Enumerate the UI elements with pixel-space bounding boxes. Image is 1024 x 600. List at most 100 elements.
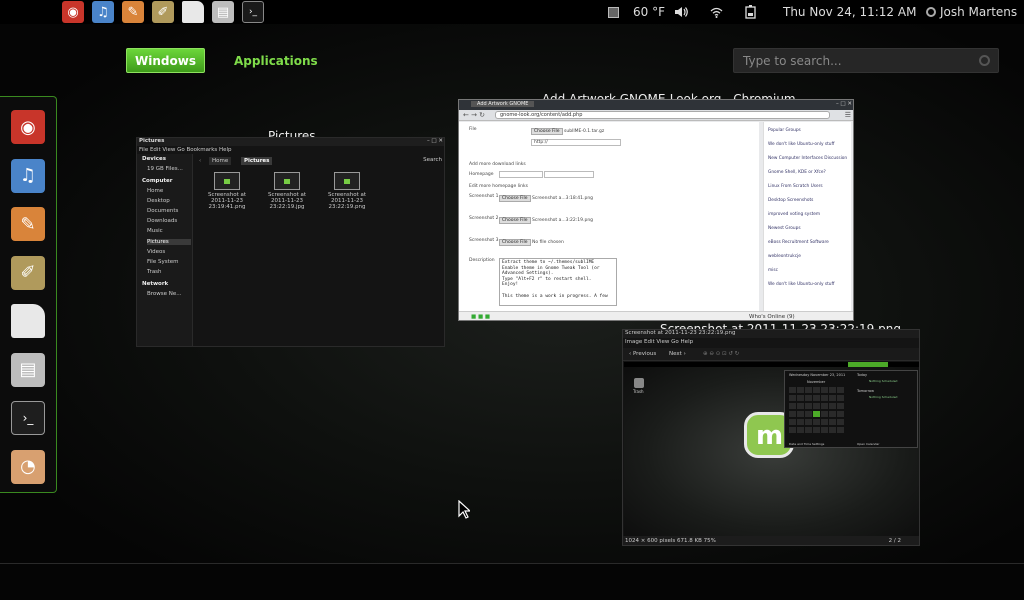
description-textarea[interactable]: Extract theme to ~/.themes/sublIME Enable… bbox=[499, 258, 617, 306]
sidebar-item-music[interactable]: Music bbox=[147, 228, 163, 234]
previous-button[interactable]: ‹ Previous bbox=[629, 351, 656, 357]
sidebar-link[interactable]: Gnome Shell, KDE or Xfce? bbox=[768, 170, 848, 175]
nav-arrows-icon[interactable]: ← → ↻ bbox=[463, 111, 485, 119]
terminal-icon[interactable]: ›_ bbox=[242, 1, 264, 23]
dash-terminal-icon[interactable]: ›_ bbox=[11, 401, 45, 435]
whos-online[interactable]: Who's Online (9) bbox=[749, 314, 795, 320]
cal-day-cell bbox=[797, 395, 804, 401]
zoom-icons[interactable]: ⊕ ⊖ ⊙ ⊡ ↺ ↻ bbox=[703, 351, 739, 357]
user-name: Josh Martens bbox=[940, 5, 1018, 19]
weather-text: 60 °F bbox=[633, 5, 665, 19]
clock[interactable]: Thu Nov 24, 11:12 AM bbox=[783, 0, 916, 24]
sidebar-item-device[interactable]: 19 GB Files... bbox=[147, 166, 183, 172]
cal-tomorrow: Tomorrow bbox=[857, 389, 874, 393]
screenshot-upload-row[interactable]: Choose File Screenshot a...3:22:19.png bbox=[499, 217, 593, 224]
tab-windows[interactable]: Windows bbox=[126, 48, 205, 73]
sidebar-link[interactable]: Newest Groups bbox=[768, 226, 848, 231]
image-file-icon bbox=[274, 172, 300, 190]
tab-applications[interactable]: Applications bbox=[234, 48, 318, 73]
window-thumbnail-chromium[interactable]: Add Artwork GNOME – □ ✕ ← → ↻ gnome-look… bbox=[458, 99, 854, 321]
footer-icons: ■ ■ ■ bbox=[471, 314, 491, 320]
sidebar-link[interactable]: webleontrukcje bbox=[768, 254, 848, 259]
battery-icon[interactable] bbox=[745, 0, 757, 24]
files-window-controls[interactable]: – □ ✕ bbox=[427, 138, 443, 144]
next-button[interactable]: Next › bbox=[669, 351, 686, 357]
sidebar-link[interactable]: We don't like Ubuntu-only stuff bbox=[768, 282, 848, 287]
url-bar[interactable]: gnome-look.org/content/add.php bbox=[495, 111, 830, 119]
back-icon[interactable]: ‹ bbox=[199, 158, 201, 164]
homepage-select[interactable] bbox=[499, 171, 543, 178]
link-input[interactable]: http:// bbox=[531, 139, 621, 146]
dash-document-icon[interactable] bbox=[11, 304, 45, 338]
dash-text-editor-icon[interactable]: ✐ bbox=[11, 255, 45, 290]
cal-day-cell bbox=[797, 403, 804, 409]
window-thumbnail-files[interactable]: Pictures – □ ✕ File Edit View Go Bookmar… bbox=[136, 137, 445, 347]
chrome-window-controls[interactable]: – □ ✕ bbox=[836, 101, 852, 107]
sidebar-link[interactable]: Popular Groups bbox=[768, 128, 848, 133]
sidebar-item-trash[interactable]: Trash bbox=[147, 269, 162, 275]
sidebar-link[interactable]: New Computer Interfaces Discussion bbox=[768, 156, 848, 161]
files-menubar[interactable]: File Edit View Go Bookmarks Help bbox=[139, 147, 232, 153]
dash-file-cabinet-icon[interactable]: ▤ bbox=[11, 352, 45, 387]
path-home[interactable]: Home bbox=[209, 157, 232, 165]
cal-day-cell bbox=[829, 395, 836, 401]
file-upload-row[interactable]: Choose File sublIME-0.1.tar.gz bbox=[531, 128, 604, 135]
files-search-button[interactable]: Search bbox=[423, 157, 442, 163]
cal-title: Wednesday November 23, 2011 bbox=[789, 373, 846, 377]
choose-file-button[interactable]: Choose File bbox=[499, 195, 531, 202]
sidebar-item-file-system[interactable]: File System bbox=[147, 259, 178, 265]
volume-icon[interactable] bbox=[674, 0, 688, 24]
cal-day-cell bbox=[797, 411, 804, 417]
dash-chromium-icon[interactable]: ◉ bbox=[11, 110, 45, 144]
homepage-inputs[interactable] bbox=[499, 171, 595, 178]
sidebar-link[interactable]: We don't like Ubuntu-only stuff bbox=[768, 142, 848, 147]
wrench-icon[interactable]: ☰ bbox=[845, 111, 851, 119]
sidebar-item-downloads[interactable]: Downloads bbox=[147, 218, 177, 224]
sidebar-link[interactable]: misc bbox=[768, 268, 848, 273]
sidebar-link[interactable]: Desktop Screenshots bbox=[768, 198, 848, 203]
choose-file-button[interactable]: Choose File bbox=[499, 239, 531, 246]
text-editor-icon[interactable]: ✐ bbox=[152, 1, 174, 23]
link-row[interactable]: http:// bbox=[531, 139, 621, 146]
window-thumbnail-image-viewer[interactable]: Screenshot at 2011-11-23 23:22:19.png Im… bbox=[622, 329, 920, 546]
dash-eye-app-icon[interactable]: ◔ bbox=[11, 449, 45, 484]
chromium-icon[interactable]: ◉ bbox=[62, 1, 84, 23]
sidebar-item-home[interactable]: Home bbox=[147, 188, 163, 194]
cal-day-cell bbox=[821, 395, 828, 401]
sidebar-link[interactable]: improved voting system bbox=[768, 212, 848, 217]
files-titlebar: Pictures – □ ✕ bbox=[137, 138, 444, 146]
weather-indicator[interactable]: 60 °F bbox=[608, 0, 665, 24]
choose-file-button[interactable]: Choose File bbox=[499, 217, 531, 224]
sidebar-item-desktop[interactable]: Desktop bbox=[147, 198, 170, 204]
sidebar-item-videos[interactable]: Videos bbox=[147, 249, 165, 255]
user-menu[interactable]: Josh Martens bbox=[926, 0, 1017, 24]
form-label[interactable]: Edit more homepage links bbox=[469, 184, 528, 189]
dash-paint-icon[interactable]: ✎ bbox=[11, 207, 45, 241]
sidebar-item-pictures[interactable]: Pictures bbox=[147, 238, 191, 245]
screenshot-upload-row[interactable]: Choose File No file chosen bbox=[499, 239, 564, 246]
sidebar-link[interactable]: Linux From Scratch Users bbox=[768, 184, 848, 189]
choose-file-button[interactable]: Choose File bbox=[531, 128, 563, 135]
cal-day-cell bbox=[797, 387, 804, 393]
dash-itunes-icon[interactable]: ♫ bbox=[11, 158, 45, 193]
search-icon bbox=[979, 55, 990, 66]
paint-icon[interactable]: ✎ bbox=[122, 1, 144, 23]
sidebar-link[interactable]: eBoss Recruitment Software bbox=[768, 240, 848, 245]
search-input[interactable]: Type to search... bbox=[733, 48, 999, 73]
sidebar-item-documents[interactable]: Documents bbox=[147, 208, 178, 214]
path-current[interactable]: Pictures bbox=[241, 157, 273, 165]
wifi-icon[interactable] bbox=[710, 0, 723, 24]
document-icon[interactable] bbox=[182, 1, 204, 23]
form-label: File bbox=[469, 127, 477, 132]
cal-nothing-tomorrow: Nothing Scheduled bbox=[869, 395, 898, 399]
itunes-icon[interactable]: ♫ bbox=[92, 1, 114, 23]
homepage-input[interactable] bbox=[544, 171, 595, 178]
cal-day-cell bbox=[805, 411, 812, 417]
file-cabinet-icon[interactable]: ▤ bbox=[212, 1, 234, 23]
chrome-tab[interactable]: Add Artwork GNOME bbox=[471, 101, 535, 107]
image-menubar[interactable]: Image Edit View Go Help bbox=[625, 339, 693, 345]
screenshot-upload-row[interactable]: Choose File Screenshot a...3:18:41.png bbox=[499, 195, 593, 202]
form-label[interactable]: Add more download links bbox=[469, 162, 526, 167]
sidebar-item-network[interactable]: Browse Ne... bbox=[147, 291, 182, 297]
cal-open: Open Calendar bbox=[857, 442, 880, 446]
